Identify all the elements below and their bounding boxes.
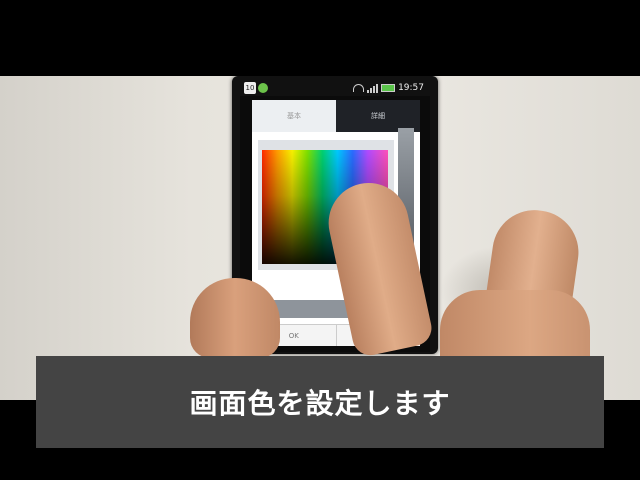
thumb-left	[190, 278, 280, 358]
app-notification-icon	[258, 83, 268, 93]
notification-count-badge: 10	[244, 82, 256, 94]
status-bar: 10 19:57	[240, 80, 430, 96]
subtitle-caption-text: 画面色を設定します	[189, 387, 451, 420]
signal-icon	[367, 83, 379, 93]
video-letterbox-top	[0, 0, 640, 76]
status-clock: 19:57	[398, 83, 424, 93]
right-hand-palm	[440, 290, 590, 360]
dialog-tabs: 基本 詳細	[252, 100, 420, 132]
wifi-icon	[353, 84, 365, 92]
subtitle-caption-bar: 画面色を設定します	[36, 356, 604, 448]
battery-icon	[381, 84, 396, 92]
tab-basic[interactable]: 基本	[252, 100, 336, 132]
